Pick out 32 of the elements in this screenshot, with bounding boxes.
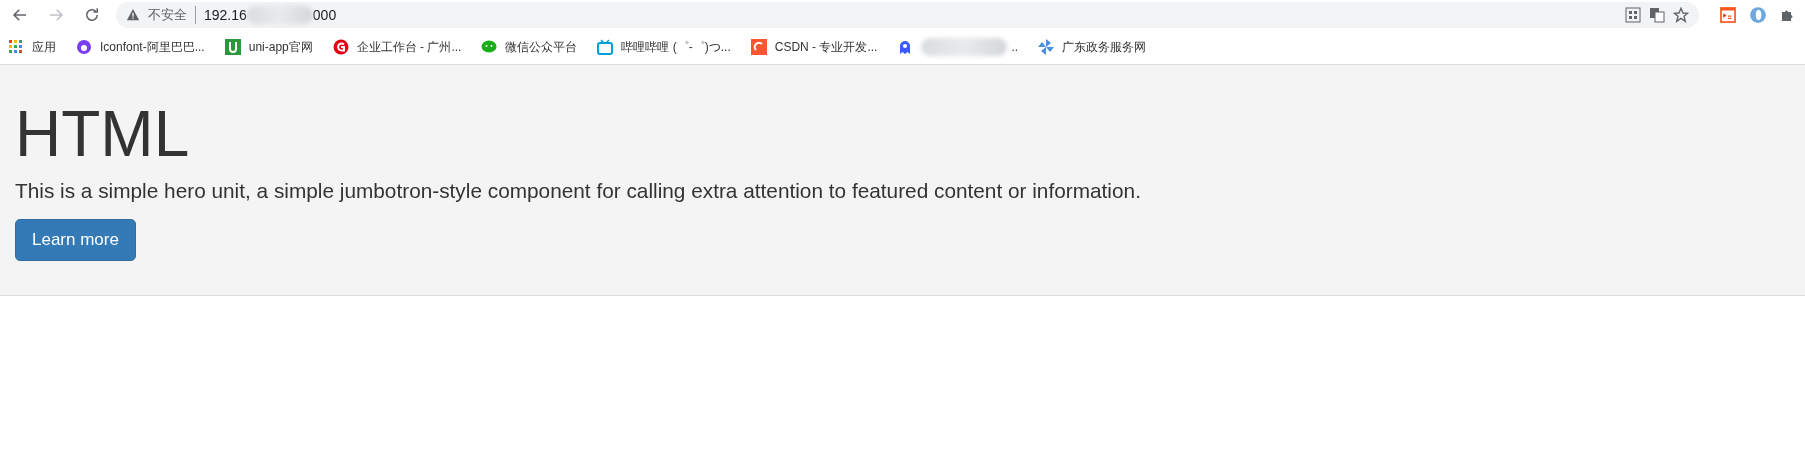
apps-icon — [8, 39, 24, 55]
hero-title: HTML — [15, 99, 191, 170]
bookmark-item[interactable]: .. — [897, 38, 1019, 56]
bookmark-item[interactable]: CSDN - 专业开发... — [750, 38, 878, 56]
bookmark-item[interactable]: 企业工作台 - 广州... — [332, 38, 462, 56]
url-text: 000 — [312, 7, 337, 23]
bookmark-item[interactable]: 应用 — [8, 38, 56, 56]
chat-bubble-icon — [481, 39, 498, 55]
u-logo-icon — [224, 39, 241, 55]
pinwheel-icon — [1038, 39, 1055, 55]
back-arrow-icon — [11, 6, 29, 24]
c-logo-icon — [750, 39, 767, 55]
url-text: 192.16 — [204, 7, 247, 23]
qr-code-icon[interactable] — [1625, 7, 1641, 23]
bookmark-item[interactable]: 微信公众平台 — [481, 38, 578, 56]
bookmark-item[interactable]: 哔哩哔哩 (゜-゜)つ... — [597, 38, 731, 56]
bookmark-item[interactable]: uni-app官网 — [224, 38, 313, 56]
bookmark-label: .. — [1011, 40, 1019, 54]
reload-icon — [83, 6, 101, 24]
g-logo-icon — [332, 39, 349, 55]
address-bar[interactable]: 不安全 192.16 000 — [116, 2, 1699, 28]
warning-icon — [126, 8, 140, 22]
hero-text: This is a simple hero unit, a simple jumbotron-style component for calling extra attention to featured content or information. — [15, 179, 1142, 204]
tv-icon — [597, 39, 614, 55]
terminal-icon[interactable] — [1719, 6, 1737, 24]
blurred-text — [246, 6, 313, 24]
bookmark-item[interactable]: 广东政务服务网 — [1038, 38, 1147, 56]
learn-more-button[interactable]: Learn more — [15, 219, 136, 262]
star-icon[interactable] — [1673, 7, 1689, 23]
bookmark-item[interactable]: Iconfont-阿里巴巴... — [76, 38, 205, 56]
security-label: 不安全 — [148, 6, 196, 24]
forward-arrow-icon — [47, 6, 65, 24]
